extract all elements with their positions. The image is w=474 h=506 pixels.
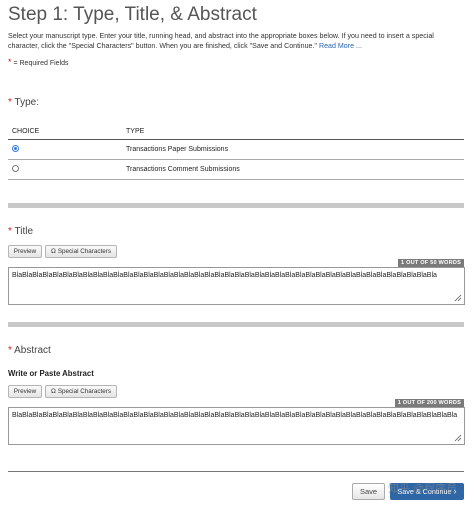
abstract-preview-button[interactable]: Preview [8, 385, 42, 398]
abstract-sub-label: Write or Paste Abstract [8, 369, 94, 378]
save-and-continue-button[interactable]: Save & Continue › [390, 483, 464, 500]
type-heading-label: Type: [14, 97, 39, 108]
preview-label: Preview [13, 388, 37, 395]
page-title: Step 1: Type, Title, & Abstract [8, 4, 257, 25]
resize-grip-icon[interactable] [454, 294, 462, 302]
radio-comment-submissions[interactable] [12, 165, 19, 173]
title-input-value: BlaBlaBlaBlaBlaBlaBlaBlaBlaBlaBlaBlaBlaB… [12, 272, 437, 279]
save-label: Save [359, 487, 378, 496]
required-star: * [8, 97, 12, 108]
abstract-textarea[interactable]: BlaBlaBlaBlaBlaBlaBlaBlaBlaBlaBlaBlaBlaB… [8, 407, 465, 445]
title-special-characters-button[interactable]: Ω Special Characters [45, 245, 117, 258]
abstract-textarea-value: BlaBlaBlaBlaBlaBlaBlaBlaBlaBlaBlaBlaBlaB… [12, 412, 458, 419]
choice-cell [8, 159, 122, 180]
required-star: * [8, 345, 12, 356]
preview-label: Preview [13, 248, 37, 255]
manuscript-type-table: CHOICE TYPE Transactions Paper Submissio… [8, 124, 464, 180]
required-star: * [8, 226, 12, 237]
radio-paper-submissions[interactable] [12, 145, 19, 153]
omega-icon: Ω [50, 388, 56, 395]
column-header-choice: CHOICE [8, 124, 122, 140]
chevron-right-icon: › [453, 486, 457, 496]
omega-icon: Ω [50, 248, 56, 255]
title-input[interactable]: BlaBlaBlaBlaBlaBlaBlaBlaBlaBlaBlaBlaBlaB… [8, 267, 465, 305]
title-heading: * Title [8, 226, 33, 237]
intro-text: Select your manuscript type. Enter your … [8, 31, 466, 51]
abstract-heading-label: Abstract [14, 345, 51, 356]
abstract-word-count-badge: 1 OUT OF 200 WORDS [394, 399, 464, 407]
title-preview-button[interactable]: Preview [8, 245, 42, 258]
choice-cell [8, 139, 122, 160]
required-star: * [8, 57, 12, 67]
column-header-type: TYPE [122, 124, 464, 140]
required-fields-text: = Required Fields [13, 60, 69, 67]
type-label: Transactions Comment Submissions [122, 159, 464, 180]
required-fields-note: * = Required Fields [8, 57, 69, 67]
table-header-row: CHOICE TYPE [8, 124, 464, 140]
save-button[interactable]: Save [352, 483, 385, 500]
section-divider [8, 322, 464, 327]
resize-grip-icon[interactable] [454, 434, 462, 442]
intro-line-2: character, click the "Special Characters… [8, 42, 317, 50]
save-continue-label: Save & Continue [397, 487, 452, 496]
read-more-link[interactable]: Read More ... [319, 42, 362, 50]
intro-line-1: Select your manuscript type. Enter your … [8, 32, 434, 40]
footer-divider [8, 471, 464, 472]
table-row[interactable]: Transactions Paper Submissions [8, 139, 464, 160]
table-row[interactable]: Transactions Comment Submissions [8, 159, 464, 180]
type-heading: * Type: [8, 97, 39, 108]
title-heading-label: Title [14, 226, 34, 237]
section-divider [8, 203, 464, 208]
special-characters-label: Special Characters [57, 248, 112, 255]
abstract-heading: * Abstract [8, 345, 51, 356]
title-word-count-badge: 1 OUT OF 50 WORDS [398, 259, 464, 267]
special-characters-label: Special Characters [57, 388, 112, 395]
type-label: Transactions Paper Submissions [122, 139, 464, 160]
abstract-special-characters-button[interactable]: Ω Special Characters [45, 385, 117, 398]
